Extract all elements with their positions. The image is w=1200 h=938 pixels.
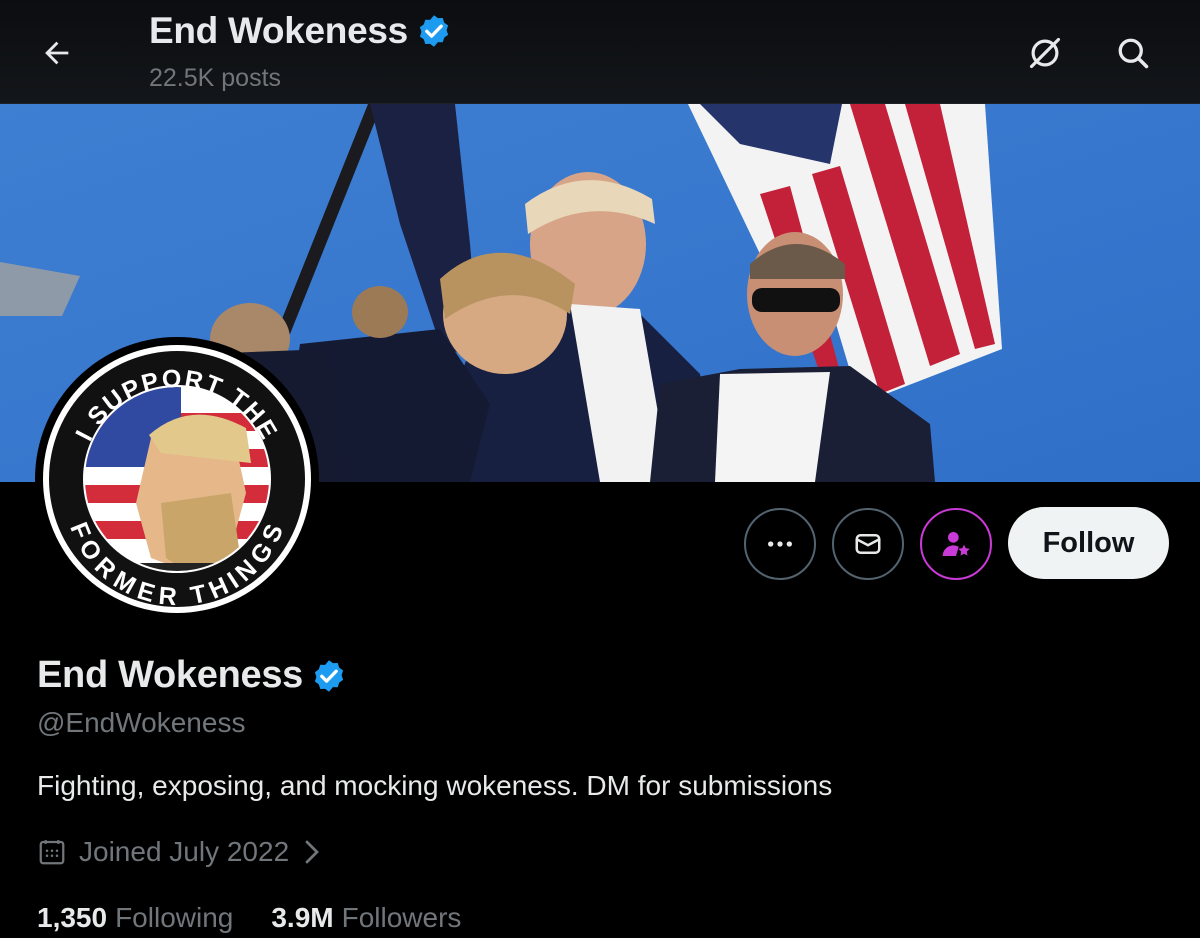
display-name: End Wokeness [37,654,303,696]
back-button[interactable] [30,26,84,80]
subscribe-button[interactable] [920,508,992,580]
profile-bio: Fighting, exposing, and mocking wokeness… [37,770,833,801]
header-title: End Wokeness [149,10,452,52]
follow-stats: 1,350 Following 3.9M Followers [37,902,461,934]
calendar-icon [39,840,65,865]
following-link[interactable]: 1,350 Following [37,902,233,934]
verified-badge-icon[interactable] [311,658,347,694]
joined-text: Joined July 2022 [79,836,290,867]
search-icon [1118,38,1149,69]
grok-button[interactable] [1018,26,1072,80]
message-button[interactable] [832,508,904,580]
subscribe-icon [942,532,970,556]
following-label: Following [115,902,234,933]
message-icon [855,534,881,554]
following-count: 1,350 [37,902,108,933]
followers-link[interactable]: 3.9M Followers [271,902,461,934]
followers-label: Followers [341,902,462,933]
profile-name: End Wokeness [37,654,347,697]
more-icon [768,541,792,547]
back-arrow-icon [45,41,69,65]
grok-icon [1029,37,1061,69]
profile-avatar[interactable]: I SUPPORT THE FORMER THINGS [35,337,319,621]
top-navigation-bar: End Wokeness 22.5K posts [0,0,1200,104]
post-count: 22.5K posts [149,64,282,92]
search-button[interactable] [1106,26,1160,80]
more-options-button[interactable] [744,508,816,580]
follow-button[interactable]: Follow [1008,507,1169,579]
verified-badge-icon [419,15,449,47]
header-name: End Wokeness [149,10,408,51]
followers-count: 3.9M [271,902,334,933]
joined-date[interactable]: Joined July 2022 [37,836,323,868]
chevron-right-icon [305,840,320,864]
user-handle: @EndWokeness [37,707,246,738]
avatar-image: I SUPPORT THE FORMER THINGS [43,345,311,613]
